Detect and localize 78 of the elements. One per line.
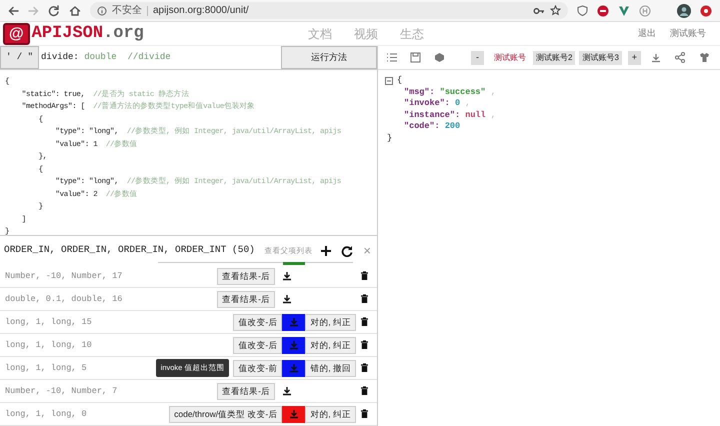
json-field: "instance": null , (385, 110, 720, 121)
back-icon[interactable] (8, 4, 19, 16)
test-args: long, 1, long, 5 (5, 362, 88, 374)
result-button[interactable]: code/throw/值类型 改变-后 (169, 406, 282, 422)
download-icon (288, 363, 299, 373)
download-icon (288, 340, 299, 350)
trash-icon[interactable] (360, 363, 369, 373)
list-icon[interactable] (386, 52, 397, 63)
save-icon[interactable] (410, 52, 421, 63)
circle-h-icon[interactable] (639, 4, 651, 16)
result-button[interactable]: 值改变-后 (233, 336, 282, 354)
method-signature[interactable]: divide: double //divide (39, 46, 281, 69)
cube-icon[interactable] (434, 52, 445, 63)
test-args: long, 1, long, 0 (5, 408, 88, 420)
judge-button[interactable]: 对的, 纠正 (305, 314, 356, 330)
test-args: Number, -10, Number, 17 (5, 270, 124, 282)
collapse-icon[interactable] (385, 76, 393, 85)
json-field: "code": 200 (385, 121, 720, 132)
trash-icon[interactable] (360, 340, 369, 350)
run-method-button[interactable]: 运行方法 (281, 46, 377, 69)
trash-icon[interactable] (360, 409, 369, 419)
download-icon (288, 317, 299, 327)
json-field: "invoke": 0 , (385, 98, 720, 110)
result-button[interactable]: 值改变-前 (233, 360, 282, 376)
star-icon[interactable] (550, 5, 561, 16)
address-bar[interactable]: 不安全 apijson.org:8000/unit/ (90, 2, 568, 19)
json-brace: } (386, 132, 394, 144)
test-args: Number, -10, Number, 7 (5, 384, 118, 398)
reload-icon[interactable] (48, 4, 60, 16)
download-icon[interactable] (282, 386, 292, 396)
trash-icon[interactable] (360, 317, 369, 327)
download-button[interactable] (282, 314, 306, 330)
logo-text: APIJSON.org (32, 22, 144, 45)
url-text: apijson.org:8000/unit/ (153, 4, 250, 18)
trash-icon[interactable] (360, 271, 369, 281)
avatar-icon[interactable] (677, 4, 691, 18)
add-account-button[interactable]: + (628, 50, 641, 64)
chevron-logo-icon[interactable] (618, 4, 630, 16)
judge-button[interactable]: 对的, 纠正 (305, 336, 356, 354)
key-icon (533, 6, 545, 16)
test-args: long, 1, long, 10 (5, 338, 93, 352)
record-icon[interactable] (700, 4, 712, 16)
result-button[interactable]: 查看结果-后 (217, 382, 275, 400)
trash-icon[interactable] (360, 386, 369, 396)
remove-account-button[interactable]: - (471, 50, 484, 64)
header-link[interactable]: 测试账号 (670, 26, 706, 40)
shield-icon[interactable] (577, 5, 588, 16)
plus-icon[interactable] (320, 244, 332, 256)
test-args: double, 0.1, double, 16 (5, 292, 124, 306)
home-icon[interactable] (69, 4, 81, 16)
download-icon[interactable] (282, 294, 292, 304)
download-button[interactable] (282, 406, 306, 422)
judge-button[interactable]: 对的, 纠正 (305, 406, 356, 422)
refresh-icon[interactable] (341, 244, 354, 256)
share-icon[interactable] (675, 52, 685, 63)
logo-mark: @ (3, 22, 30, 44)
download-button[interactable] (282, 336, 306, 354)
download-icon (288, 409, 299, 419)
result-button[interactable]: 值改变-后 (233, 314, 282, 330)
trash-icon[interactable] (360, 294, 369, 304)
security-label: 不安全 (112, 4, 142, 18)
download-button[interactable] (282, 360, 306, 376)
account-tab[interactable]: 测试账号3 (579, 50, 622, 64)
header-link[interactable]: 退出 (638, 26, 656, 40)
judge-button[interactable]: 错的, 撤回 (305, 360, 356, 376)
json-field: "msg": "success" , (385, 86, 720, 98)
stop-sign-icon[interactable] (597, 4, 609, 16)
download-icon[interactable] (282, 271, 292, 281)
list-title: ORDER_IN, ORDER_IN, ORDER_IN, ORDER_INT (50) (4, 243, 256, 258)
result-button[interactable]: 查看结果-后 (217, 290, 275, 308)
result-button[interactable]: 查看结果-后 (217, 268, 275, 284)
info-icon (97, 6, 107, 16)
account-tab[interactable]: 测试账号 (491, 50, 529, 64)
json-brace: { (397, 75, 402, 86)
test-args: long, 1, long, 15 (5, 316, 93, 328)
account-tab[interactable]: 测试账号2 (533, 50, 576, 64)
shirt-icon[interactable] (699, 52, 710, 63)
quote-toggle-button[interactable]: ' / " (0, 46, 40, 69)
